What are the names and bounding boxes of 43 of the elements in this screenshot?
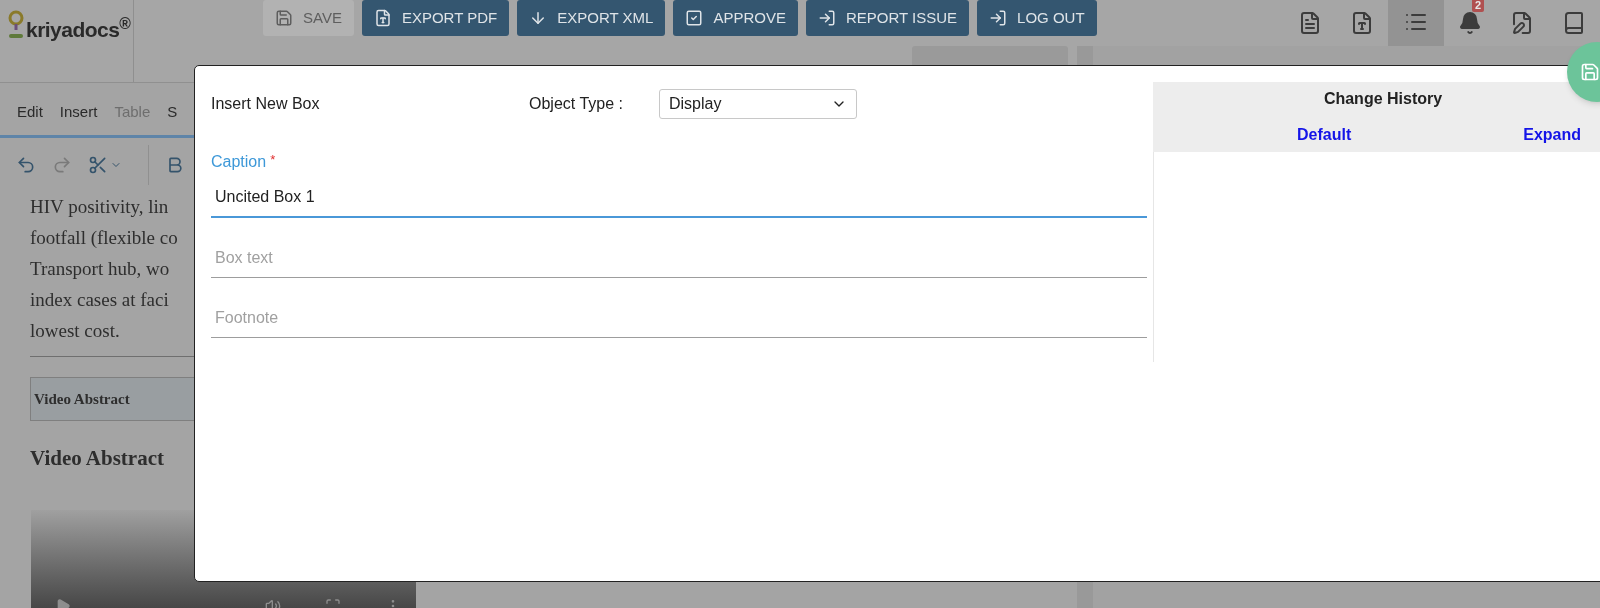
paragraph-line: HIV positivity, lin (30, 195, 169, 219)
modal-title: Insert New Box (211, 94, 321, 114)
notification-badge: 2 (1472, 0, 1485, 12)
change-history-title: Change History (1322, 89, 1444, 109)
paragraph-line: footfall (flexible co (30, 226, 178, 250)
toolbar-button[interactable]: APPROVE (673, 0, 798, 36)
toolbar-button[interactable]: EXPORT PDF (361, 0, 510, 36)
save-icon (1580, 62, 1600, 82)
bell-icon (1458, 11, 1482, 35)
undo-icon[interactable] (16, 154, 36, 175)
menu-item[interactable]: Insert (59, 101, 98, 135)
document-icon (373, 9, 392, 27)
field-label: Caption (211, 152, 267, 172)
menu-item[interactable]: Edit (17, 101, 43, 135)
change-history-link[interactable]: Default (1297, 123, 1352, 147)
redo-icon[interactable] (52, 154, 72, 175)
book-icon (1562, 11, 1586, 35)
object-type-label: Object Type : (529, 94, 624, 114)
text-field[interactable]: Footnote (211, 298, 1147, 338)
toolbar-button[interactable]: REPORT ISSUE (805, 0, 970, 36)
paragraph-line: lowest cost. (30, 319, 120, 343)
change-history-link[interactable]: Expand (1523, 123, 1582, 147)
checkbox-icon (685, 9, 704, 27)
save-icon (275, 9, 293, 27)
header-icon-button[interactable]: 2 (1444, 0, 1496, 46)
enter-icon (989, 9, 1008, 27)
text-field[interactable]: Box text (211, 238, 1147, 278)
logo-icon (8, 10, 24, 40)
enter-icon (817, 9, 836, 27)
toolbar-button[interactable]: EXPORT XML (517, 0, 666, 36)
toolbar-button[interactable]: LOG OUT (977, 0, 1097, 36)
menu-item[interactable]: S (167, 101, 178, 135)
document-icon (1350, 11, 1374, 35)
section-heading: Video Abstract (30, 445, 165, 472)
edit-icon (1510, 11, 1534, 35)
logo: kriyadocs$^{®}$ (26, 14, 131, 43)
text-field[interactable]: Uncited Box 1 (211, 178, 1147, 218)
scissors-icon[interactable] (88, 154, 108, 175)
required-mark: * (270, 151, 276, 169)
paragraph-line: Transport hub, wo (30, 257, 170, 281)
document-icon (1298, 11, 1322, 35)
object-type-select[interactable]: Display (659, 89, 857, 119)
paragraph-line: index cases at faci (30, 288, 169, 312)
